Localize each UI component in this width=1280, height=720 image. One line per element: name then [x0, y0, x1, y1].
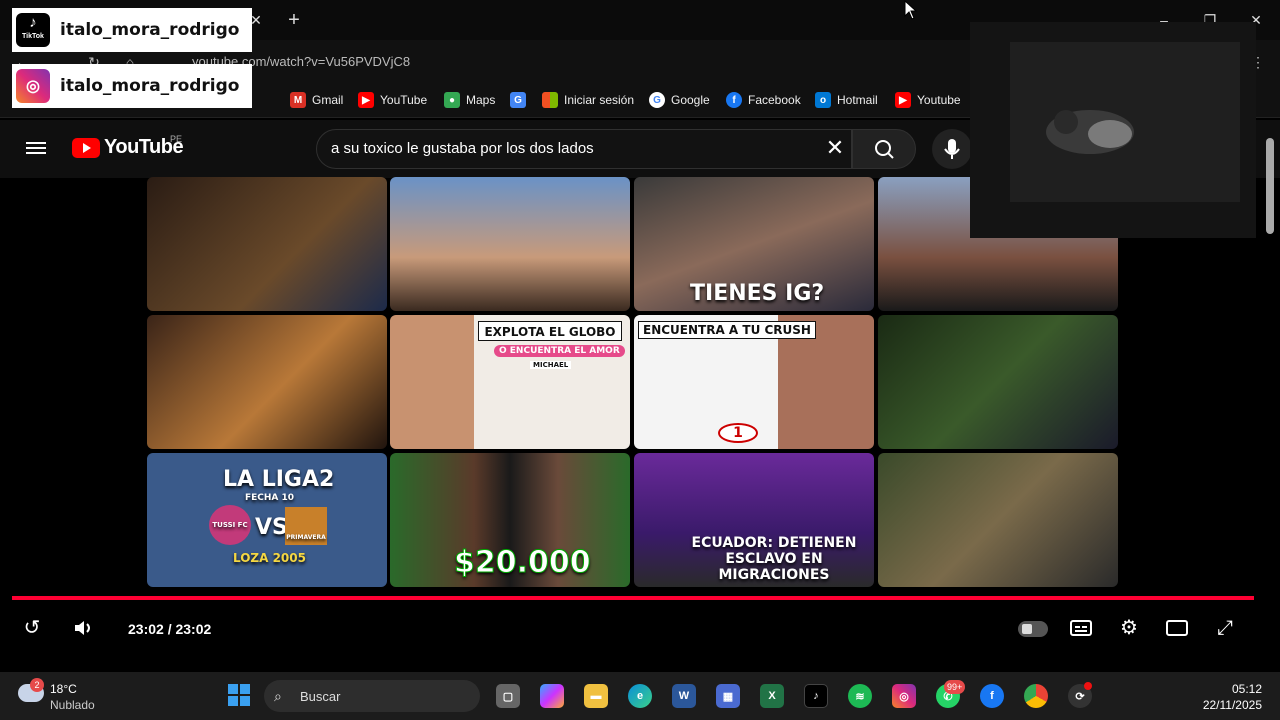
country-code: PE	[170, 134, 183, 144]
video-thumbnail[interactable]	[878, 453, 1118, 587]
facebook-icon: f	[726, 92, 742, 108]
webcam-overlay	[970, 22, 1256, 238]
search-input[interactable]: a su toxico le gustaba por los dos lados	[331, 140, 594, 157]
notification-dot	[1084, 682, 1092, 690]
autoplay-toggle[interactable]	[1018, 621, 1048, 637]
video-thumbnail[interactable]: $20.000	[390, 453, 630, 587]
thumbnail-title: $20.000	[454, 545, 592, 581]
pause-icon	[1022, 624, 1032, 634]
video-thumbnail[interactable]: ECUADOR: DETIENEN ESCLAVO EN MIGRACIONES	[634, 453, 874, 587]
tiktok-taskbar-icon[interactable]: ♪	[804, 684, 828, 708]
tiktok-handle: italo_mora_rodrigo	[60, 20, 240, 40]
subtitles-icon[interactable]	[1069, 616, 1093, 640]
thumbnail-title: TIENES IG?	[690, 281, 825, 306]
youtube-icon: ▶	[895, 92, 911, 108]
youtube-play-icon	[72, 137, 100, 158]
copilot-icon[interactable]	[540, 684, 564, 708]
thumbnail-title: EXPLOTA EL GLOBO	[478, 321, 622, 341]
bookmark-google[interactable]: G Google	[649, 92, 710, 108]
video-thumbnail[interactable]: LA LIGA2 FECHA 10 TUSSI FC VS PRIMAVERA …	[147, 453, 387, 587]
video-thumbnail[interactable]	[147, 177, 387, 311]
replay-icon[interactable]: ↺	[20, 616, 44, 640]
theater-mode-icon[interactable]	[1165, 616, 1189, 640]
taskbar-search-placeholder: Buscar	[300, 689, 341, 704]
bookmark-maps[interactable]: ● Maps	[444, 92, 495, 108]
bookmark-hotmail[interactable]: o Hotmail	[815, 92, 878, 108]
instagram-taskbar-icon[interactable]: ◎	[892, 684, 916, 708]
google-icon: G	[649, 92, 665, 108]
microphone-icon	[944, 139, 960, 159]
bookmark-youtube-2[interactable]: ▶ Youtube	[895, 92, 961, 108]
gmail-icon: M	[290, 92, 306, 108]
tiktok-handle-overlay: ♪ TikTok italo_mora_rodrigo	[12, 8, 252, 52]
instagram-handle: italo_mora_rodrigo	[60, 76, 240, 96]
settings-gear-icon[interactable]: ⚙	[1117, 616, 1141, 640]
store-icon[interactable]: ▦	[716, 684, 740, 708]
video-thumbnail[interactable]	[147, 315, 387, 449]
bookmark-microsoft[interactable]: Iniciar sesión	[542, 92, 634, 108]
edge-icon[interactable]: e	[628, 684, 652, 708]
video-thumbnail[interactable]: EXPLOTA EL GLOBO O ENCUENTRA EL AMOR MIC…	[390, 315, 630, 449]
weather-temperature: 18°C	[50, 682, 77, 696]
voice-search-button[interactable]	[932, 129, 972, 169]
outlook-icon: o	[815, 92, 831, 108]
file-explorer-icon[interactable]: ▬	[584, 684, 608, 708]
youtube-icon: ▶	[358, 92, 374, 108]
excel-icon[interactable]: X	[760, 684, 784, 708]
webcam-image	[970, 22, 1256, 238]
video-thumbnail[interactable]	[390, 177, 630, 311]
maps-icon: ●	[444, 92, 460, 108]
weather-condition: Nublado	[50, 698, 95, 712]
video-thumbnail[interactable]: TIENES IG?	[634, 177, 874, 311]
whatsapp-badge: 99+	[944, 680, 966, 694]
instagram-icon: ◎	[16, 69, 50, 103]
search-icon	[875, 140, 894, 159]
bookmark-facebook[interactable]: f Facebook	[726, 92, 801, 108]
new-tab-icon[interactable]: +	[284, 10, 304, 30]
facebook-taskbar-icon[interactable]: f	[980, 684, 1004, 708]
tiktok-icon: ♪ TikTok	[16, 13, 50, 47]
progress-bar[interactable]	[12, 596, 1254, 600]
thumbnail-title: ECUADOR: DETIENEN ESCLAVO EN MIGRACIONES	[691, 535, 857, 583]
search-icon: ⌕	[274, 688, 282, 704]
time-display: 23:02 / 23:02	[128, 621, 212, 637]
bookmark-translate[interactable]: G	[510, 92, 526, 108]
spotify-icon[interactable]: ≋	[848, 684, 872, 708]
thumbnail-title: ENCUENTRA A TU CRUSH	[638, 321, 816, 339]
video-thumbnail[interactable]	[878, 315, 1118, 449]
translate-icon: G	[510, 92, 526, 108]
video-thumbnail[interactable]: ENCUENTRA A TU CRUSH 1	[634, 315, 874, 449]
taskbar-time: 05:12	[1231, 682, 1262, 696]
windows-start-icon[interactable]	[228, 684, 250, 706]
bookmark-gmail[interactable]: M Gmail	[290, 92, 343, 108]
thumbnail-title: LA LIGA2	[223, 467, 335, 492]
taskbar-search[interactable]	[264, 680, 480, 712]
volume-icon[interactable]	[72, 616, 96, 640]
clear-search-icon[interactable]: ✕	[824, 137, 846, 159]
weather-badge: 2	[30, 678, 44, 692]
taskbar-date: 22/11/2025	[1202, 698, 1262, 712]
task-view-icon[interactable]: ▢	[496, 684, 520, 708]
mouse-cursor-icon	[904, 0, 918, 20]
menu-icon[interactable]	[26, 139, 46, 159]
scrollbar-thumb[interactable]	[1266, 138, 1274, 234]
search-button[interactable]	[852, 129, 916, 169]
instagram-handle-overlay: ◎ italo_mora_rodrigo	[12, 64, 252, 108]
word-icon[interactable]: W	[672, 684, 696, 708]
fullscreen-icon[interactable]: ⤢	[1213, 616, 1237, 640]
microsoft-icon	[542, 92, 558, 108]
youtube-logo[interactable]: YouTube	[72, 136, 184, 159]
chrome-icon[interactable]	[1024, 684, 1048, 708]
bookmark-youtube[interactable]: ▶ YouTube	[358, 92, 427, 108]
